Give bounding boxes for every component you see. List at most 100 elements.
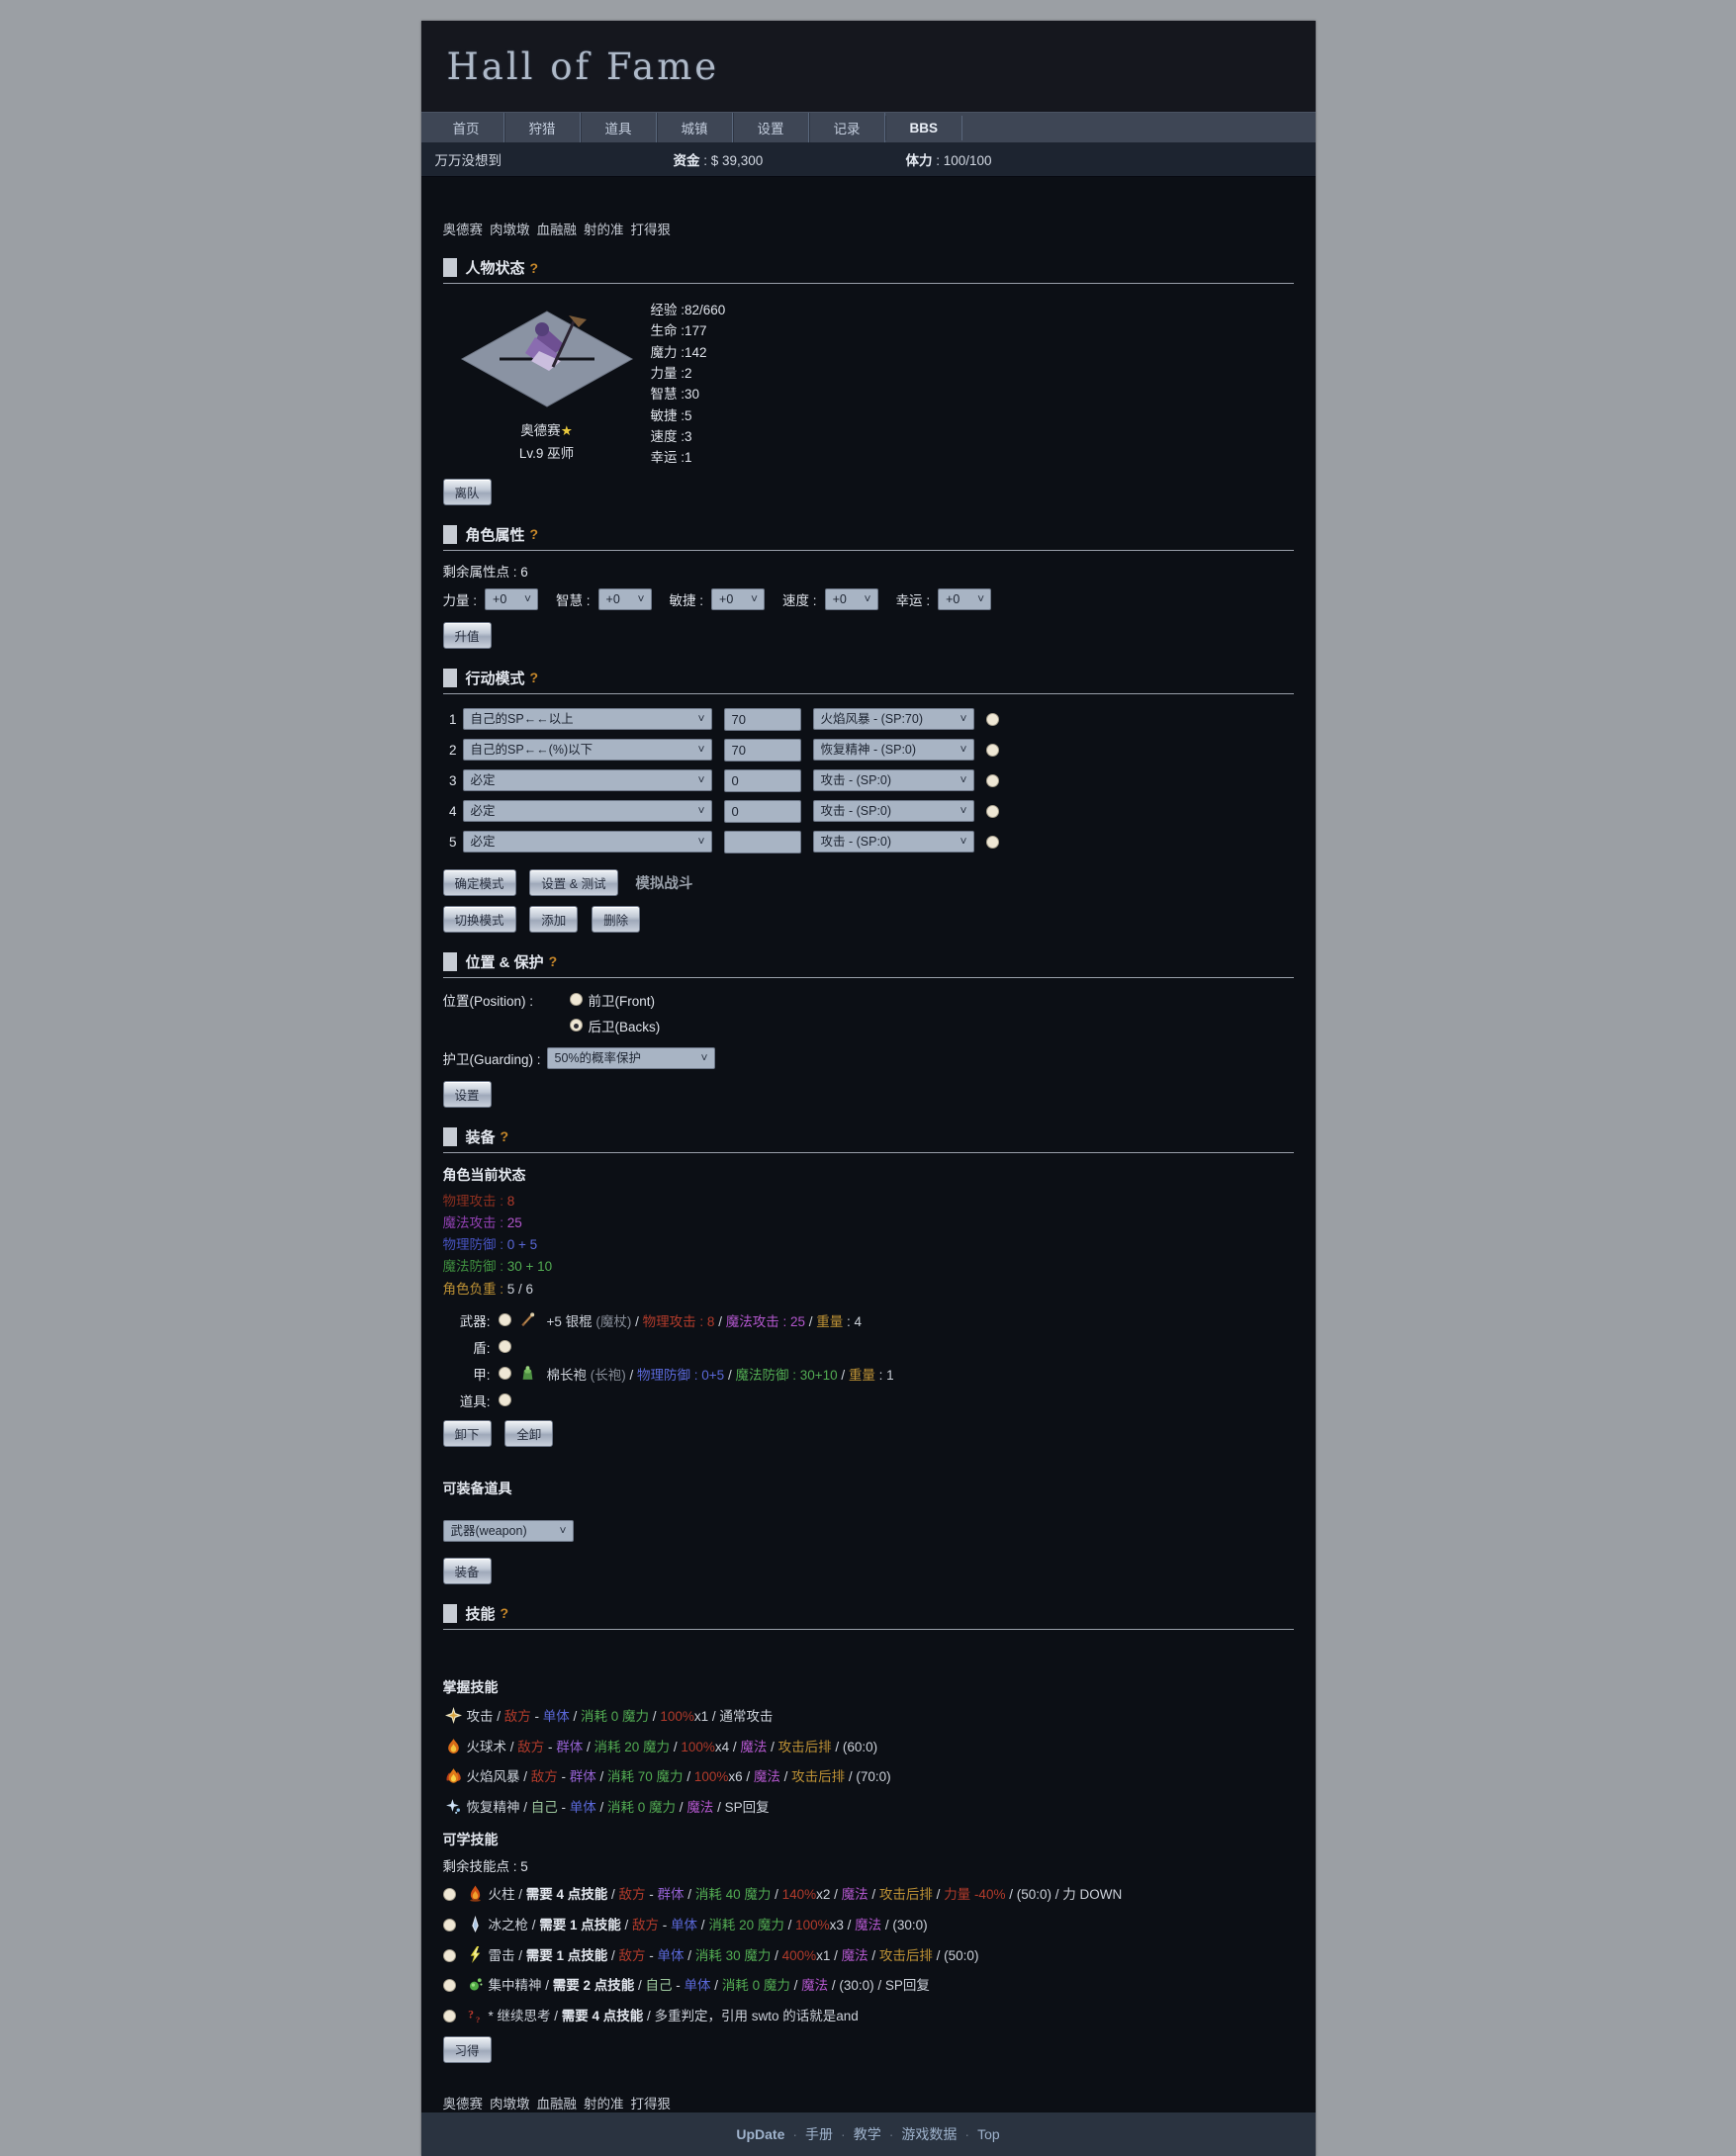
learn-skill-radio[interactable]	[443, 1919, 456, 1931]
condition-select[interactable]: 自己的SP←←(%)以下	[463, 739, 712, 761]
learn-skill-radio[interactable]	[443, 1888, 456, 1901]
action-row-radio[interactable]	[986, 836, 999, 849]
text-segment: 100%	[795, 1918, 830, 1932]
add-button[interactable]: 添加	[529, 906, 578, 933]
nav-item-5[interactable]: 设置	[733, 113, 809, 142]
help-link[interactable]: ?	[530, 670, 539, 685]
row-number: 3	[443, 773, 457, 788]
help-link[interactable]: ?	[530, 260, 539, 276]
equipment-slot-label: 道具:	[443, 1391, 491, 1410]
party-member-link[interactable]: 血融融	[537, 223, 578, 237]
nav-item-4[interactable]: 城镇	[657, 113, 733, 142]
simulate-battle-link[interactable]: 模拟战斗	[635, 876, 692, 892]
action-skill-select[interactable]: 火焰风暴 - (SP:70)	[813, 708, 974, 730]
condition-select[interactable]: 必定	[463, 831, 712, 853]
nav-item-2[interactable]: 狩猎	[504, 113, 581, 142]
upgrade-button[interactable]: 升值	[443, 622, 492, 649]
text-segment: /	[767, 1740, 777, 1754]
party-member-link[interactable]: 奥德赛	[443, 2097, 484, 2111]
footer-link-2[interactable]: 手册	[805, 2124, 833, 2144]
switch-mode-button[interactable]: 切换模式	[443, 906, 516, 933]
condition-select[interactable]: 必定	[463, 769, 712, 791]
action-skill-select[interactable]: 恢复精神 - (SP:0)	[813, 739, 974, 761]
remaining-points-value: 6	[520, 565, 528, 580]
action-row-radio[interactable]	[986, 713, 999, 726]
equipment-slot-radio[interactable]	[499, 1367, 511, 1380]
action-skill-select-wrap: 攻击 - (SP:0)	[813, 800, 974, 822]
party-member-link[interactable]: 血融融	[537, 2097, 578, 2111]
footer-link-1[interactable]: UpDate	[736, 2126, 784, 2142]
action-skill-select[interactable]: 攻击 - (SP:0)	[813, 800, 974, 822]
footer-link-3[interactable]: 教学	[854, 2124, 881, 2144]
condition-value-input[interactable]	[724, 831, 801, 853]
footer-link-5[interactable]: Top	[977, 2126, 1000, 2142]
position-set-button[interactable]: 设置	[443, 1081, 492, 1108]
text-segment: 魔法	[801, 1978, 828, 1993]
nav-item-3[interactable]: 道具	[581, 113, 657, 142]
current-status-line: 魔法防御 : 30 + 10	[443, 1256, 1294, 1278]
condition-select[interactable]: 必定	[463, 800, 712, 822]
action-row-radio[interactable]	[986, 805, 999, 818]
party-member-link[interactable]: 射的准	[584, 223, 624, 237]
focus-icon	[467, 1976, 484, 1993]
action-skill-select[interactable]: 攻击 - (SP:0)	[813, 769, 974, 791]
equipment-slot-radio[interactable]	[499, 1393, 511, 1406]
party-member-link[interactable]: 射的准	[584, 2097, 624, 2111]
attribute-select[interactable]: +0	[485, 588, 538, 610]
back-radio[interactable]	[570, 1019, 583, 1032]
nav-item-6[interactable]: 记录	[809, 113, 885, 142]
guarding-select[interactable]: 50%的概率保护	[547, 1047, 715, 1069]
action-row-radio[interactable]	[986, 744, 999, 757]
unequip-button[interactable]: 卸下	[443, 1420, 492, 1447]
text-segment: /	[596, 1800, 607, 1815]
remaining-points-label: 剩余属性点 :	[443, 565, 517, 580]
page-name-link[interactable]: 万万没想到	[435, 149, 503, 169]
learnable-skill-row: 火柱 / 需要 4 点技能 / 敌方 - 群体 / 消耗 40 魔力 / 140…	[443, 1884, 1294, 1906]
attribute-select[interactable]: +0	[711, 588, 765, 610]
attribute-select[interactable]: +0	[825, 588, 878, 610]
equipment-slot-radio[interactable]	[499, 1340, 511, 1353]
action-row-radio[interactable]	[986, 774, 999, 787]
condition-value-input[interactable]	[724, 708, 801, 731]
learn-skill-radio[interactable]	[443, 1949, 456, 1962]
learn-skill-radio[interactable]	[443, 1979, 456, 1992]
condition-value-input[interactable]	[724, 769, 801, 792]
text-segment: -	[646, 1887, 658, 1902]
party-member-link[interactable]: 奥德赛	[443, 223, 484, 237]
help-link[interactable]: ?	[530, 526, 539, 542]
equip-category-select[interactable]: 武器(weapon)	[443, 1520, 574, 1542]
equipment-slot-radio[interactable]	[499, 1313, 511, 1326]
front-radio[interactable]	[570, 993, 583, 1006]
set-and-test-button[interactable]: 设置 & 测试	[529, 869, 617, 896]
current-status-lines: 物理攻击 : 8魔法攻击 : 25物理防御 : 0 + 5魔法防御 : 30 +…	[443, 1191, 1294, 1301]
back-option[interactable]: 后卫(Backs)	[570, 1016, 661, 1035]
equip-button[interactable]: 装备	[443, 1558, 492, 1584]
text-segment: 需要 2 点技能	[553, 1978, 635, 1993]
confirm-mode-button[interactable]: 确定模式	[443, 869, 516, 896]
learn-button[interactable]: 习得	[443, 2036, 492, 2063]
condition-value-input[interactable]	[724, 739, 801, 762]
unequip-all-button[interactable]: 全卸	[504, 1420, 553, 1447]
help-link[interactable]: ?	[549, 953, 558, 969]
text-segment: /	[684, 1769, 694, 1784]
nav-item-1[interactable]: 首页	[429, 113, 504, 142]
action-buttons-row-2: 切换模式 添加 删除	[443, 906, 1294, 933]
delete-button[interactable]: 删除	[592, 906, 640, 933]
condition-value-input[interactable]	[724, 800, 801, 823]
front-option[interactable]: 前卫(Front)	[570, 990, 661, 1010]
party-member-link[interactable]: 打得狠	[631, 2097, 672, 2111]
nav-item-7[interactable]: BBS	[885, 116, 963, 140]
attribute-select[interactable]: +0	[938, 588, 991, 610]
learn-skill-radio[interactable]	[443, 2010, 456, 2022]
footer-link-4[interactable]: 游戏数据	[901, 2124, 957, 2144]
action-skill-select[interactable]: 攻击 - (SP:0)	[813, 831, 974, 853]
party-member-link[interactable]: 肉墩墩	[490, 2097, 530, 2111]
text-segment: +5 银棍	[547, 1314, 596, 1329]
leave-party-button[interactable]: 离队	[443, 479, 492, 505]
party-member-link[interactable]: 肉墩墩	[490, 223, 530, 237]
help-link[interactable]: ?	[501, 1128, 509, 1144]
attribute-select[interactable]: +0	[598, 588, 652, 610]
party-member-link[interactable]: 打得狠	[631, 223, 672, 237]
condition-select[interactable]: 自己的SP←←以上	[463, 708, 712, 730]
help-link[interactable]: ?	[501, 1605, 509, 1621]
